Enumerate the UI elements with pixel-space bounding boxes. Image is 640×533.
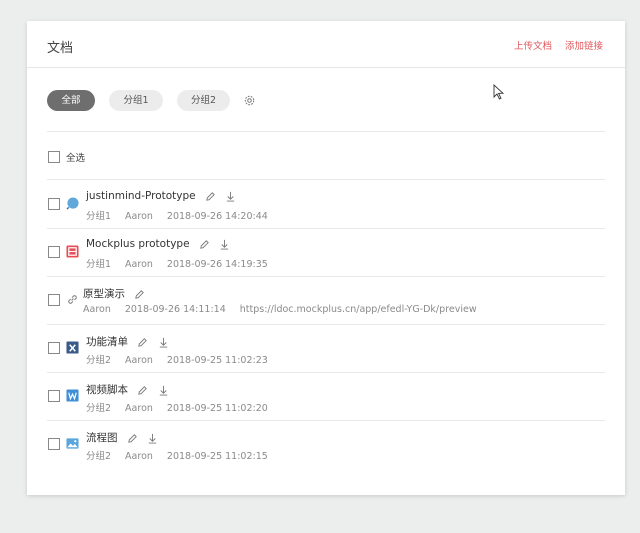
list-item[interactable]: 视频脚本 分组2 Aaron 2018-09-25 11:02:20 [27,372,625,420]
file-group: 分组1 [86,211,112,222]
file-time: 2018-09-25 11:02:23 [166,355,268,366]
file-group: 分组1 [86,259,112,270]
add-link-link[interactable]: 添加链接 [565,38,603,52]
edit-icon[interactable] [127,433,138,444]
list-item[interactable]: justinmind-Prototype 分组1 Aaron 2018-09-26 … [27,180,625,228]
list-item[interactable]: Mockplus prototype 分组1 Aaron 2018-09-26 14… [27,228,625,276]
file-owner: Aaron [125,355,153,366]
row-checkbox[interactable] [48,198,60,210]
file-group: 分组2 [86,355,112,366]
row-checkbox[interactable] [48,294,60,306]
divider [47,131,605,132]
image-icon [66,438,79,449]
excel-icon [66,341,79,354]
row-checkbox[interactable] [48,438,60,450]
file-owner: Aaron [125,403,153,414]
file-owner: Aaron [125,211,153,222]
edit-icon[interactable] [134,289,145,300]
file-owner: Aaron [125,259,153,270]
card-header: 文档 上传文档 添加链接 [27,21,625,68]
file-name[interactable]: 流程图 [86,432,118,444]
tab-group1[interactable]: 分组1 [109,90,163,111]
file-time: 2018-09-25 11:02:15 [166,451,268,462]
download-icon[interactable] [158,385,169,396]
file-time: 2018-09-25 11:02:20 [166,403,268,414]
select-all-label: 全选 [66,153,86,164]
file-name[interactable]: Mockplus prototype [86,238,190,250]
list-item[interactable]: 流程图 分组2 Aaron 2018-09-25 11:02:15 [27,420,625,468]
word-icon [66,389,79,402]
page-title: 文档 [47,41,74,56]
file-url[interactable]: https://ldoc.mockplus.cn/app/efedl-YG-Dk… [240,304,477,315]
file-name[interactable]: 功能清单 [86,336,128,348]
link-icon [68,295,77,304]
file-time: 2018-09-26 14:20:44 [166,211,268,222]
file-owner: Aaron [125,451,153,462]
row-checkbox[interactable] [48,342,60,354]
list-item[interactable]: 原型演示 Aaron 2018-09-26 14:11:14 https://ldo… [27,276,625,324]
file-owner: Aaron [83,304,111,315]
upload-document-link[interactable]: 上传文档 [514,38,552,52]
download-icon[interactable] [147,433,158,444]
row-checkbox[interactable] [48,246,60,258]
select-all-checkbox[interactable] [48,151,60,163]
download-icon[interactable] [158,337,169,348]
download-icon[interactable] [219,239,230,250]
tab-all[interactable]: 全部 [47,90,95,111]
file-name[interactable]: justinmind-Prototype [86,190,196,202]
tab-group2[interactable]: 分组2 [177,90,230,111]
download-icon[interactable] [225,191,236,202]
file-name[interactable]: 原型演示 [83,288,125,300]
documents-card: 文档 上传文档 添加链接 全部 分组1 分组2 全选 justinmind-Pr… [27,21,625,495]
gear-icon[interactable] [243,94,256,107]
mouse-pointer-icon [493,84,505,100]
file-group: 分组2 [86,403,112,414]
file-group: 分组2 [86,451,112,462]
row-checkbox[interactable] [48,390,60,402]
file-time: 2018-09-26 14:19:35 [166,259,268,270]
edit-icon[interactable] [205,191,216,202]
edit-icon[interactable] [199,239,210,250]
file-name[interactable]: 视频脚本 [86,384,128,396]
mockplus-icon [66,245,79,258]
file-time: 2018-09-26 14:11:14 [124,304,226,315]
justinmind-icon [66,197,79,210]
edit-icon[interactable] [137,385,148,396]
list-item[interactable]: 功能清单 分组2 Aaron 2018-09-25 11:02:23 [27,324,625,372]
edit-icon[interactable] [137,337,148,348]
